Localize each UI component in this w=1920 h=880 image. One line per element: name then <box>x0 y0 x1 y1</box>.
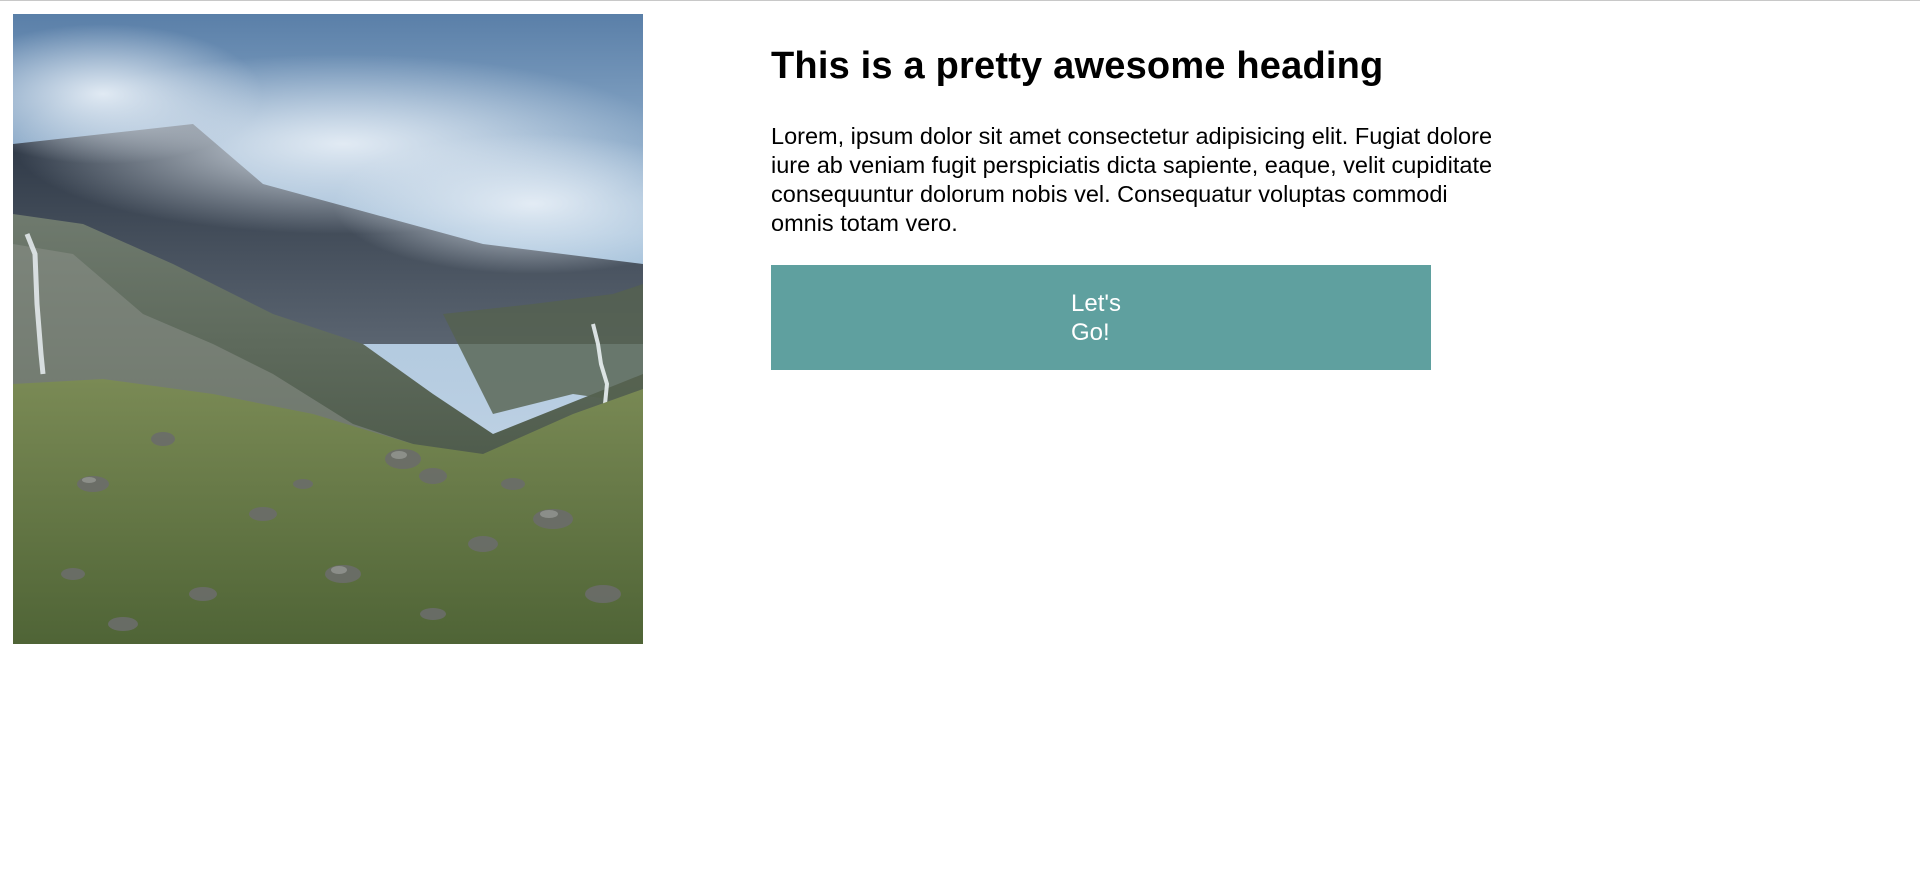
top-divider <box>0 0 1920 1</box>
mountain-photo <box>13 14 643 644</box>
page-heading: This is a pretty awesome heading <box>771 45 1384 87</box>
lets-go-button[interactable]: Let's Go! <box>771 265 1431 370</box>
body-paragraph: Lorem, ipsum dolor sit amet consectetur … <box>771 123 1493 236</box>
lets-go-button-label: Let's Go! <box>1071 289 1121 346</box>
mountain-landscape-image <box>13 14 643 644</box>
content-column: This is a pretty awesome heading Lorem, … <box>771 40 1516 370</box>
